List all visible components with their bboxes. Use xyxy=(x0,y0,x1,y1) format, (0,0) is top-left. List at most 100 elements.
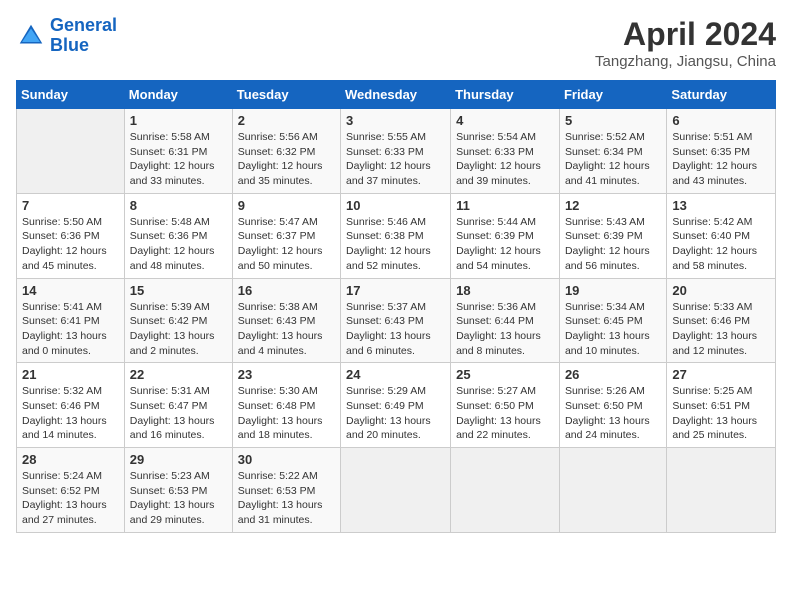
cell-info: Sunrise: 5:47 AM Sunset: 6:37 PM Dayligh… xyxy=(238,215,335,274)
logo: General Blue xyxy=(16,16,117,56)
date-number: 19 xyxy=(565,283,661,298)
date-number: 6 xyxy=(672,113,770,128)
calendar-cell: 27 Sunrise: 5:25 AM Sunset: 6:51 PM Dayli… xyxy=(667,363,776,448)
cell-info: Sunrise: 5:52 AM Sunset: 6:34 PM Dayligh… xyxy=(565,130,661,189)
calendar-title: April 2024 xyxy=(595,16,776,53)
cell-info: Sunrise: 5:48 AM Sunset: 6:36 PM Dayligh… xyxy=(130,215,227,274)
weekday-header-thursday: Thursday xyxy=(451,81,560,109)
date-number: 12 xyxy=(565,198,661,213)
date-number: 15 xyxy=(130,283,227,298)
calendar-cell: 10 Sunrise: 5:46 AM Sunset: 6:38 PM Dayli… xyxy=(341,193,451,278)
cell-info: Sunrise: 5:51 AM Sunset: 6:35 PM Dayligh… xyxy=(672,130,770,189)
calendar-cell: 6 Sunrise: 5:51 AM Sunset: 6:35 PM Daylig… xyxy=(667,109,776,194)
weekday-header-friday: Friday xyxy=(559,81,666,109)
date-number: 29 xyxy=(130,452,227,467)
cell-info: Sunrise: 5:46 AM Sunset: 6:38 PM Dayligh… xyxy=(346,215,445,274)
cell-info: Sunrise: 5:23 AM Sunset: 6:53 PM Dayligh… xyxy=(130,469,227,528)
date-number: 23 xyxy=(238,367,335,382)
cell-info: Sunrise: 5:32 AM Sunset: 6:46 PM Dayligh… xyxy=(22,384,119,443)
date-number: 4 xyxy=(456,113,554,128)
date-number: 25 xyxy=(456,367,554,382)
logo-text: General Blue xyxy=(50,16,117,56)
cell-info: Sunrise: 5:39 AM Sunset: 6:42 PM Dayligh… xyxy=(130,300,227,359)
cell-info: Sunrise: 5:56 AM Sunset: 6:32 PM Dayligh… xyxy=(238,130,335,189)
calendar-cell: 5 Sunrise: 5:52 AM Sunset: 6:34 PM Daylig… xyxy=(559,109,666,194)
calendar-cell: 21Sunrise: 5:32 AM Sunset: 6:46 PM Dayli… xyxy=(17,363,125,448)
calendar-cell: 20 Sunrise: 5:33 AM Sunset: 6:46 PM Dayli… xyxy=(667,278,776,363)
cell-info: Sunrise: 5:38 AM Sunset: 6:43 PM Dayligh… xyxy=(238,300,335,359)
cell-info: Sunrise: 5:24 AM Sunset: 6:52 PM Dayligh… xyxy=(22,469,119,528)
date-number: 10 xyxy=(346,198,445,213)
cell-info: Sunrise: 5:25 AM Sunset: 6:51 PM Dayligh… xyxy=(672,384,770,443)
cell-info: Sunrise: 5:42 AM Sunset: 6:40 PM Dayligh… xyxy=(672,215,770,274)
calendar-cell: 29 Sunrise: 5:23 AM Sunset: 6:53 PM Dayli… xyxy=(124,448,232,533)
cell-info: Sunrise: 5:37 AM Sunset: 6:43 PM Dayligh… xyxy=(346,300,445,359)
date-number: 18 xyxy=(456,283,554,298)
date-number: 1 xyxy=(130,113,227,128)
calendar-cell: 4 Sunrise: 5:54 AM Sunset: 6:33 PM Daylig… xyxy=(451,109,560,194)
calendar-subtitle: Tangzhang, Jiangsu, China xyxy=(595,53,776,70)
calendar-cell: 30Sunrise: 5:22 AM Sunset: 6:53 PM Dayli… xyxy=(232,448,340,533)
cell-info: Sunrise: 5:43 AM Sunset: 6:39 PM Dayligh… xyxy=(565,215,661,274)
date-number: 14 xyxy=(22,283,119,298)
calendar-cell: 14 Sunrise: 5:41 AM Sunset: 6:41 PM Dayli… xyxy=(17,278,125,363)
date-number: 26 xyxy=(565,367,661,382)
weekday-header-row: SundayMondayTuesdayWednesdayThursdayFrid… xyxy=(17,81,776,109)
calendar-cell xyxy=(341,448,451,533)
weekday-header-sunday: Sunday xyxy=(17,81,125,109)
calendar-cell xyxy=(559,448,666,533)
calendar-week-4: 21Sunrise: 5:32 AM Sunset: 6:46 PM Dayli… xyxy=(17,363,776,448)
calendar-cell: 25 Sunrise: 5:27 AM Sunset: 6:50 PM Dayli… xyxy=(451,363,560,448)
weekday-header-saturday: Saturday xyxy=(667,81,776,109)
calendar-cell: 2 Sunrise: 5:56 AM Sunset: 6:32 PM Daylig… xyxy=(232,109,340,194)
calendar-week-1: 1 Sunrise: 5:58 AM Sunset: 6:31 PM Daylig… xyxy=(17,109,776,194)
calendar-week-5: 28 Sunrise: 5:24 AM Sunset: 6:52 PM Dayli… xyxy=(17,448,776,533)
cell-info: Sunrise: 5:33 AM Sunset: 6:46 PM Dayligh… xyxy=(672,300,770,359)
cell-info: Sunrise: 5:58 AM Sunset: 6:31 PM Dayligh… xyxy=(130,130,227,189)
date-number: 28 xyxy=(22,452,119,467)
weekday-header-monday: Monday xyxy=(124,81,232,109)
date-number: 27 xyxy=(672,367,770,382)
calendar-cell xyxy=(451,448,560,533)
date-number: 24 xyxy=(346,367,445,382)
date-number: 17 xyxy=(346,283,445,298)
weekday-header-wednesday: Wednesday xyxy=(341,81,451,109)
date-number: 3 xyxy=(346,113,445,128)
calendar-cell xyxy=(17,109,125,194)
cell-info: Sunrise: 5:44 AM Sunset: 6:39 PM Dayligh… xyxy=(456,215,554,274)
weekday-header-tuesday: Tuesday xyxy=(232,81,340,109)
cell-info: Sunrise: 5:41 AM Sunset: 6:41 PM Dayligh… xyxy=(22,300,119,359)
calendar-cell: 13 Sunrise: 5:42 AM Sunset: 6:40 PM Dayli… xyxy=(667,193,776,278)
title-block: April 2024 Tangzhang, Jiangsu, China xyxy=(595,16,776,70)
calendar-cell: 1 Sunrise: 5:58 AM Sunset: 6:31 PM Daylig… xyxy=(124,109,232,194)
date-number: 9 xyxy=(238,198,335,213)
cell-info: Sunrise: 5:27 AM Sunset: 6:50 PM Dayligh… xyxy=(456,384,554,443)
calendar-table: SundayMondayTuesdayWednesdayThursdayFrid… xyxy=(16,80,776,533)
date-number: 20 xyxy=(672,283,770,298)
cell-info: Sunrise: 5:30 AM Sunset: 6:48 PM Dayligh… xyxy=(238,384,335,443)
date-number: 2 xyxy=(238,113,335,128)
date-number: 13 xyxy=(672,198,770,213)
cell-info: Sunrise: 5:31 AM Sunset: 6:47 PM Dayligh… xyxy=(130,384,227,443)
cell-info: Sunrise: 5:29 AM Sunset: 6:49 PM Dayligh… xyxy=(346,384,445,443)
calendar-cell xyxy=(667,448,776,533)
date-number: 5 xyxy=(565,113,661,128)
cell-info: Sunrise: 5:50 AM Sunset: 6:36 PM Dayligh… xyxy=(22,215,119,274)
calendar-cell: 11 Sunrise: 5:44 AM Sunset: 6:39 PM Dayli… xyxy=(451,193,560,278)
cell-info: Sunrise: 5:54 AM Sunset: 6:33 PM Dayligh… xyxy=(456,130,554,189)
date-number: 11 xyxy=(456,198,554,213)
calendar-cell: 15 Sunrise: 5:39 AM Sunset: 6:42 PM Dayli… xyxy=(124,278,232,363)
calendar-cell: 28 Sunrise: 5:24 AM Sunset: 6:52 PM Dayli… xyxy=(17,448,125,533)
date-number: 16 xyxy=(238,283,335,298)
calendar-cell: 19Sunrise: 5:34 AM Sunset: 6:45 PM Dayli… xyxy=(559,278,666,363)
calendar-cell: 8Sunrise: 5:48 AM Sunset: 6:36 PM Daylig… xyxy=(124,193,232,278)
calendar-cell: 16 Sunrise: 5:38 AM Sunset: 6:43 PM Dayli… xyxy=(232,278,340,363)
calendar-cell: 12 Sunrise: 5:43 AM Sunset: 6:39 PM Dayli… xyxy=(559,193,666,278)
calendar-cell: 22Sunrise: 5:31 AM Sunset: 6:47 PM Dayli… xyxy=(124,363,232,448)
calendar-cell: 17 Sunrise: 5:37 AM Sunset: 6:43 PM Dayli… xyxy=(341,278,451,363)
calendar-week-3: 14 Sunrise: 5:41 AM Sunset: 6:41 PM Dayli… xyxy=(17,278,776,363)
calendar-week-2: 7Sunrise: 5:50 AM Sunset: 6:36 PM Daylig… xyxy=(17,193,776,278)
cell-info: Sunrise: 5:55 AM Sunset: 6:33 PM Dayligh… xyxy=(346,130,445,189)
calendar-body: 1 Sunrise: 5:58 AM Sunset: 6:31 PM Daylig… xyxy=(17,109,776,533)
calendar-cell: 7Sunrise: 5:50 AM Sunset: 6:36 PM Daylig… xyxy=(17,193,125,278)
